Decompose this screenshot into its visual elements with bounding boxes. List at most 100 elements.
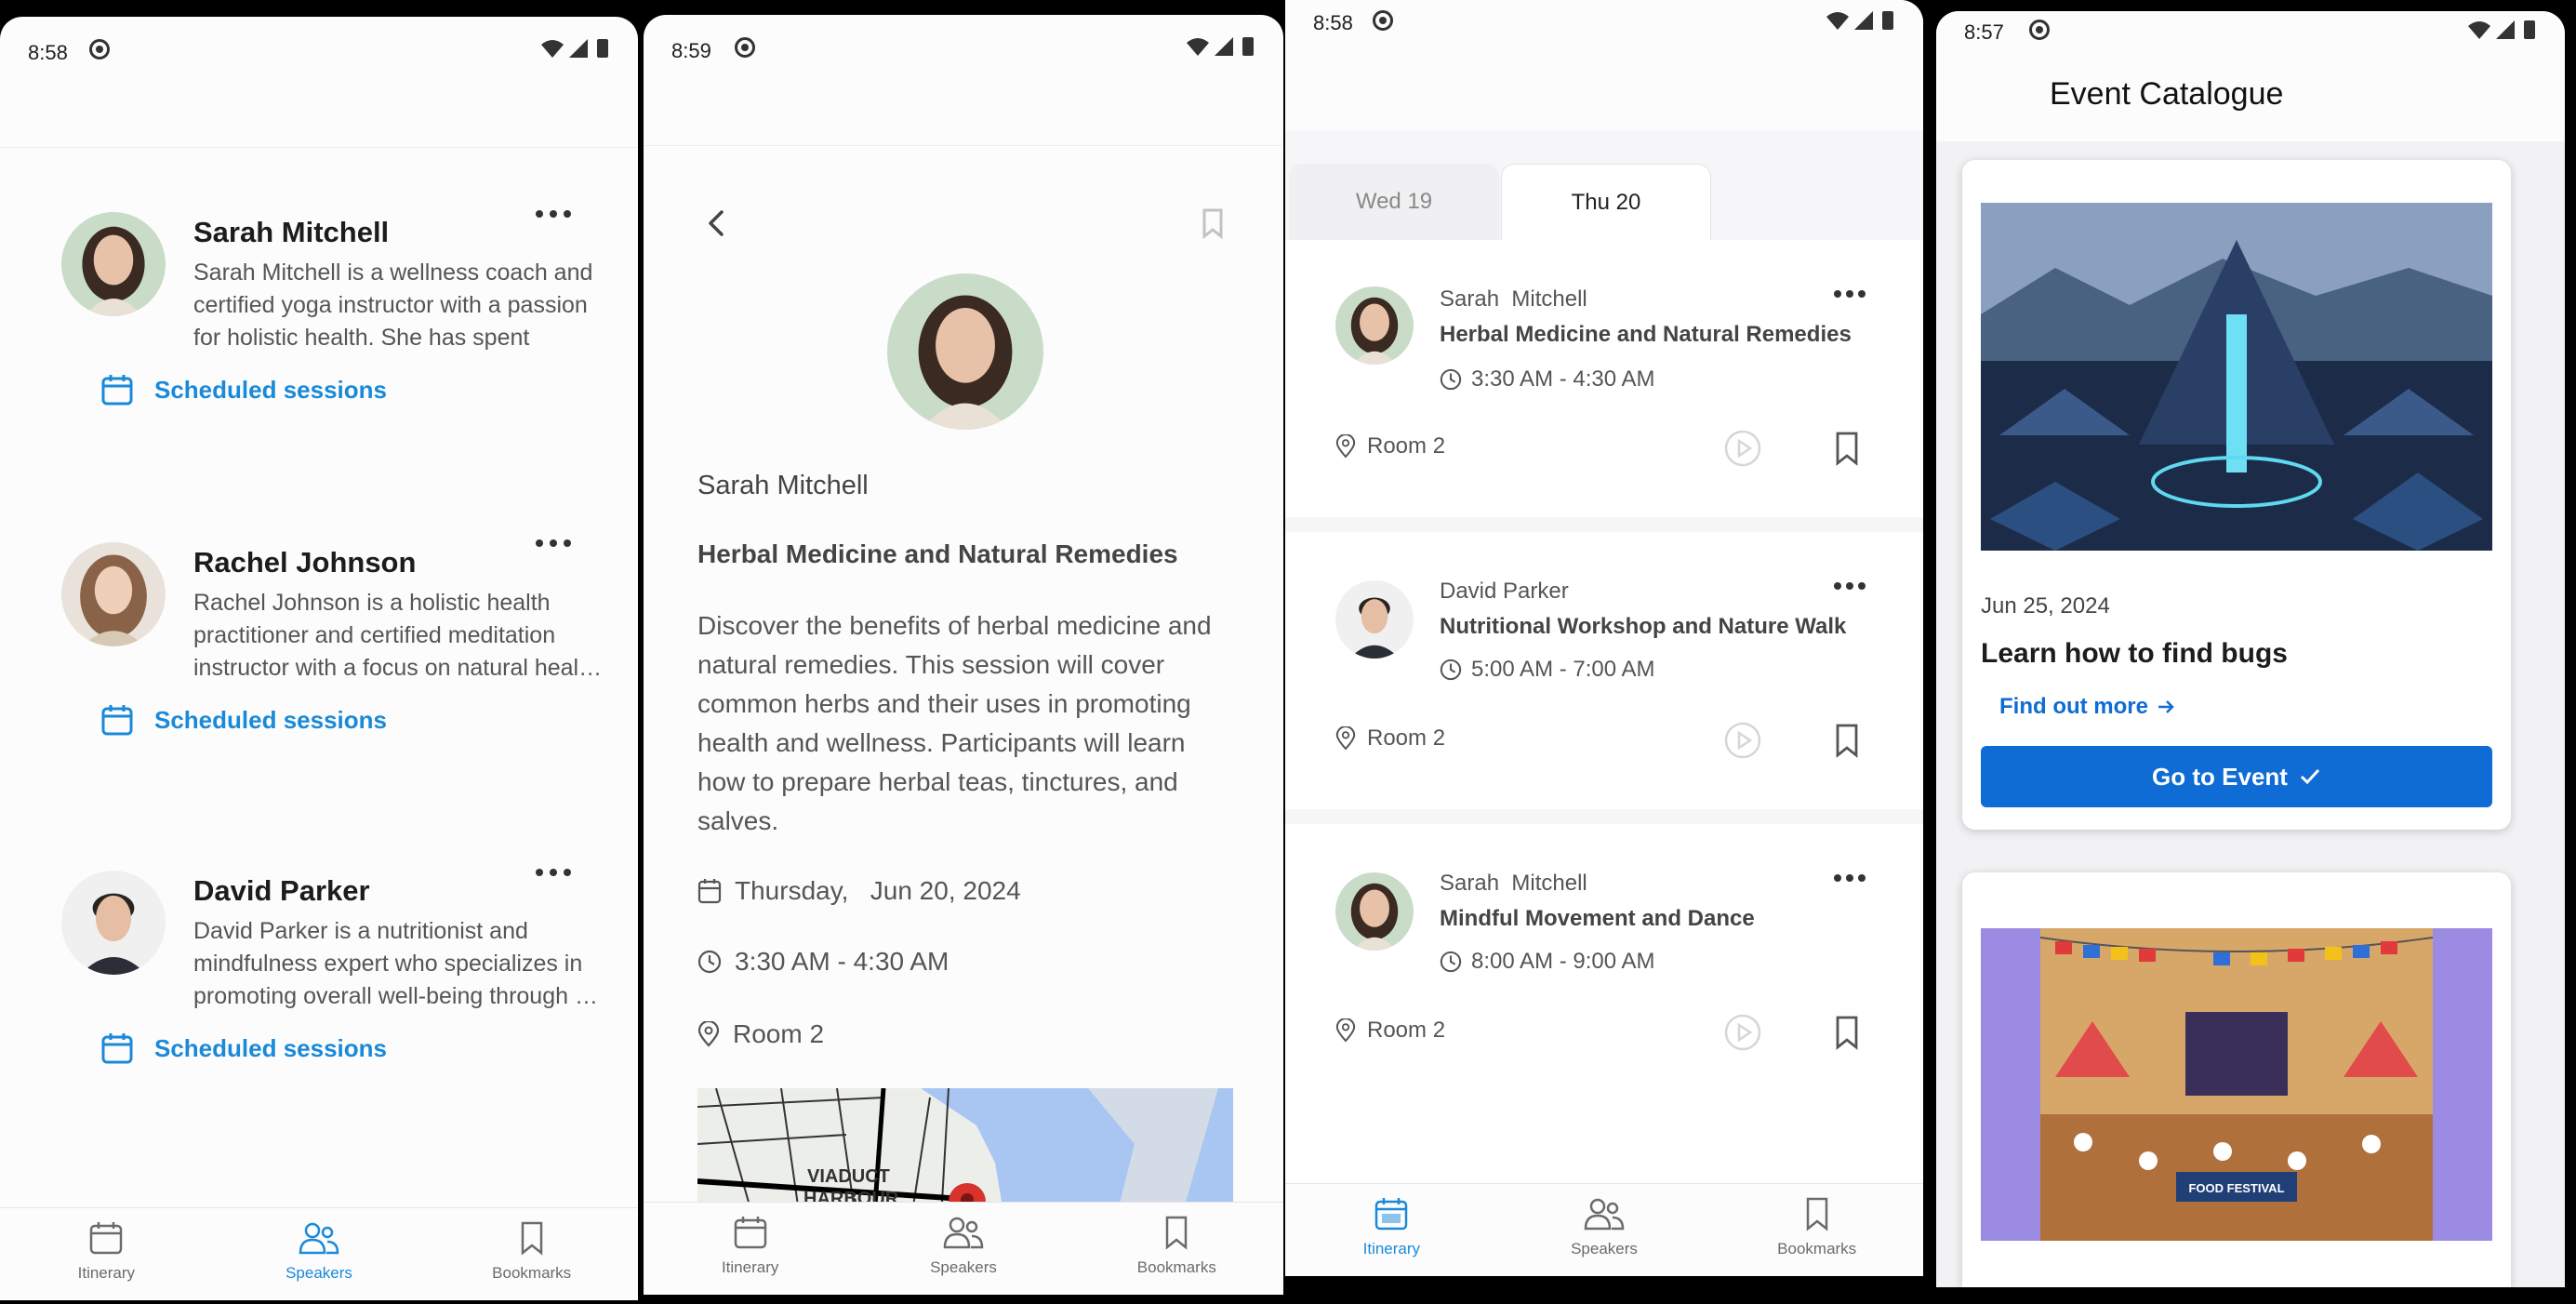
bookmark-icon[interactable] <box>1828 1014 1866 1051</box>
nav-bookmarks[interactable]: Bookmarks <box>1070 1203 1283 1295</box>
event-card[interactable]: Jun 25, 2024 Learn how to find bugs Find… <box>1962 160 2511 830</box>
status-time: 8:58 <box>1313 11 1353 34</box>
session-room: Room 2 <box>733 1019 825 1048</box>
bookmark-icon <box>1806 1197 1827 1231</box>
speaker-avatar <box>887 273 1043 430</box>
bookmark-icon[interactable] <box>1196 206 1229 240</box>
location-map[interactable]: VIADUCT HARBOUR <box>697 1088 1233 1218</box>
status-time: 8:57 <box>1964 20 2004 44</box>
nav-speakers-label: Speakers <box>1571 1240 1638 1257</box>
clock-icon <box>1440 368 1462 391</box>
scheduled-sessions-link[interactable]: Scheduled sessions <box>100 1031 387 1065</box>
more-options-icon[interactable] <box>536 536 573 551</box>
tab-label: Wed 19 <box>1355 189 1433 214</box>
calendar-icon <box>734 1217 766 1249</box>
calendar-icon <box>1375 1198 1408 1231</box>
location-pin-icon <box>1335 434 1356 459</box>
tab-thu-20[interactable]: Thu 20 <box>1501 164 1711 240</box>
nav-bookmarks-label: Bookmarks <box>1136 1258 1216 1276</box>
bottom-navigation: Itinerary Speakers Bookmarks <box>1285 1183 1923 1276</box>
go-to-event-button[interactable]: Go to Event <box>1981 746 2492 807</box>
speaker-bio: Sarah Mitchell is a wellness coach and c… <box>193 259 593 351</box>
session-title: Herbal Medicine and Natural Remedies <box>1440 322 1852 347</box>
bookmark-icon[interactable] <box>1828 430 1866 467</box>
more-options-icon[interactable] <box>1834 871 1871 885</box>
nav-speakers[interactable]: Speakers <box>856 1203 1069 1295</box>
session-card[interactable]: Sarah Mitchell Herbal Medicine and Natur… <box>1285 240 1923 517</box>
speaker-avatar <box>61 871 166 975</box>
status-time: 8:58 <box>28 41 68 64</box>
people-icon <box>1584 1198 1625 1231</box>
session-title: Nutritional Workshop and Nature Walk <box>1440 614 1847 639</box>
calendar-icon <box>90 1222 123 1255</box>
speaker-name: Rachel Johnson <box>193 546 417 579</box>
more-options-icon[interactable] <box>1834 286 1871 301</box>
nav-itinerary[interactable]: Itinerary <box>1285 1184 1498 1276</box>
session-time: 5:00 AM - 7:00 AM <box>1471 657 1655 682</box>
more-options-icon[interactable] <box>536 865 573 880</box>
nav-speakers[interactable]: Speakers <box>1498 1184 1711 1276</box>
calendar-icon <box>101 375 133 406</box>
speaker-avatar <box>1335 580 1414 659</box>
bottom-navigation: Itinerary Speakers Bookmarks <box>644 1202 1283 1295</box>
session-room: Room 2 <box>1367 1018 1446 1043</box>
phone-speakers: 8:58 Sarah Mitchell Sarah Mitchell is a … <box>0 17 638 1300</box>
tab-wed-19[interactable]: Wed 19 <box>1289 164 1499 240</box>
session-date: Thursday, Jun 20, 2024 <box>735 876 1021 905</box>
status-bar: 8:58 <box>1285 0 1923 130</box>
banner-text: FOOD FESTIVAL <box>2188 1181 2285 1195</box>
session-room: Room 2 <box>1367 725 1446 751</box>
play-icon[interactable] <box>1724 1014 1761 1051</box>
more-options-icon[interactable] <box>1834 579 1871 593</box>
phone-session-detail: 8:59 Sarah Mitchell Herbal Medicine and … <box>644 15 1283 1295</box>
tab-label: Thu 20 <box>1571 189 1641 215</box>
status-bar: 8:59 <box>644 15 1283 74</box>
bookmark-icon <box>1166 1216 1188 1250</box>
speaker-avatar <box>1335 872 1414 951</box>
calendar-icon <box>101 705 133 736</box>
session-time: 3:30 AM - 4:30 AM <box>735 947 949 976</box>
event-card[interactable]: FOOD FESTIVAL <box>1962 872 2511 1287</box>
speaker-avatar <box>61 212 166 316</box>
nav-bookmarks[interactable]: Bookmarks <box>1710 1184 1923 1276</box>
more-options-icon[interactable] <box>536 206 573 221</box>
session-room-row: Room 2 <box>1335 1018 1445 1044</box>
nav-itinerary[interactable]: Itinerary <box>0 1208 213 1300</box>
nav-itinerary[interactable]: Itinerary <box>644 1203 856 1295</box>
system-icons <box>2466 19 2541 45</box>
map-label-viaduct: VIADUCT <box>807 1166 890 1187</box>
bookmark-icon[interactable] <box>1828 722 1866 759</box>
session-speaker: Sarah Mitchell <box>1440 871 1587 896</box>
session-room-row: Room 2 <box>1335 433 1445 459</box>
speaker-bio: David Parker is a nutritionist and mindf… <box>193 918 598 1009</box>
scheduled-sessions-link[interactable]: Scheduled sessions <box>100 373 387 406</box>
status-time: 8:59 <box>671 39 711 62</box>
status-notification-icon <box>2029 20 2050 40</box>
go-to-event-label: Go to Event <box>2152 762 2288 791</box>
back-arrow-icon[interactable] <box>699 206 733 240</box>
speaker-name: Sarah Mitchell <box>193 216 390 248</box>
system-icons <box>539 37 614 63</box>
system-icons <box>1185 35 1259 61</box>
system-icons <box>1825 9 1899 35</box>
people-icon <box>943 1217 984 1249</box>
session-card[interactable]: Sarah Mitchell Mindful Movement and Danc… <box>1285 824 1923 1196</box>
clock-icon <box>1440 659 1462 681</box>
session-time-row: 5:00 AM - 7:00 AM <box>1440 657 1654 683</box>
play-icon[interactable] <box>1724 430 1761 467</box>
session-title: Mindful Movement and Dance <box>1440 906 1755 931</box>
session-time-row: 3:30 AM - 4:30 AM <box>697 947 949 977</box>
event-title: Learn how to find bugs <box>1981 638 2288 669</box>
session-speaker: Sarah Mitchell <box>1440 286 1587 312</box>
phone-itinerary: 8:58 Wed 19 Thu 20 Sarah Mitchell Herbal… <box>1285 0 1923 1276</box>
find-out-more-link[interactable]: Find out more <box>1999 694 2176 720</box>
nav-speakers-label: Speakers <box>285 1264 352 1282</box>
status-bar: 8:57 Event Catalogue <box>1936 11 2565 141</box>
find-out-more-label: Find out more <box>1999 694 2148 719</box>
nav-bookmarks[interactable]: Bookmarks <box>425 1208 638 1300</box>
play-icon[interactable] <box>1724 722 1761 759</box>
session-card[interactable]: David Parker Nutritional Workshop and Na… <box>1285 532 1923 809</box>
nav-speakers[interactable]: Speakers <box>213 1208 426 1300</box>
scheduled-sessions-link[interactable]: Scheduled sessions <box>100 703 387 737</box>
calendar-icon <box>697 879 722 904</box>
